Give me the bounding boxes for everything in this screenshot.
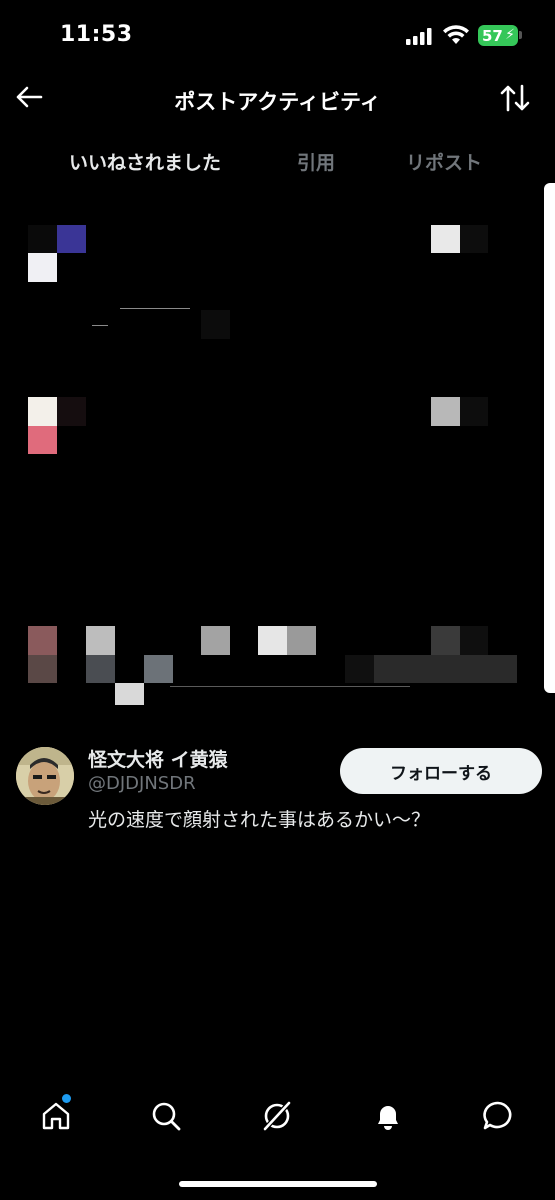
mosaic-block [201,626,230,655]
status-time: 11:53 [60,22,133,47]
mosaic-block [28,253,57,282]
mosaic-block [86,626,115,655]
mosaic-block [144,655,173,683]
mosaic-block [201,310,230,339]
home-indicator[interactable] [179,1181,377,1187]
tab-quotes[interactable]: 引用 [297,148,335,175]
wifi-icon [443,25,469,44]
mosaic-block [431,626,460,655]
avatar-image [16,747,74,805]
mosaic-block [28,225,57,253]
home-badge-dot [62,1094,71,1103]
nav-home[interactable] [38,1098,74,1134]
mosaic-block [28,426,57,454]
bottom-nav [0,1085,555,1147]
sort-arrows-icon [500,84,530,112]
grok-icon [263,1101,291,1131]
mosaic-block [460,626,488,655]
mosaic-block [57,225,86,253]
mosaic-block [345,655,374,683]
nav-messages[interactable] [480,1098,516,1134]
mosaic-block [460,225,488,253]
home-icon [42,1102,70,1130]
mosaic-block [258,626,287,655]
nav-search[interactable] [148,1098,184,1134]
mosaic-block [28,626,57,655]
mosaic-block [460,397,488,426]
charging-bolt-icon: ⚡ [505,27,515,43]
mosaic-block [57,397,86,426]
sort-button[interactable] [498,82,532,114]
user-bio: 光の速度で顔射された事はあるかい〜？ [88,809,431,831]
mosaic-fragment [120,308,190,318]
notifications-icon [378,1106,398,1130]
mosaic-block [28,397,57,426]
user-handle[interactable]: @DJDJNSDR [88,773,196,794]
mosaic-block [431,225,460,253]
nav-notifications[interactable] [370,1098,406,1134]
battery-level: 57 [482,26,503,45]
page-title: ポストアクティビティ [174,90,381,114]
avatar[interactable] [16,747,74,805]
signal-icon [406,28,432,45]
mosaic-fragment [170,686,410,698]
battery-cap [519,31,522,39]
tab-liked[interactable]: いいねされました [69,148,221,175]
battery-icon: 57 ⚡ [478,25,518,46]
header: ポストアクティビティ [0,70,555,126]
user-display-name[interactable]: 怪文大将 イ黄猿 [88,745,228,772]
mosaic-block [115,683,144,705]
nav-grok[interactable] [259,1098,295,1134]
messages-icon [483,1101,512,1130]
mosaic-block [86,655,115,683]
follow-button[interactable]: フォローする [340,748,542,794]
side-sheet-edge [544,183,555,693]
status-bar: 11:53 57 ⚡ [0,0,555,70]
mosaic-block [28,655,57,683]
tab-reposts[interactable]: リポスト [406,148,482,175]
mosaic-fragment [92,318,108,326]
mosaic-block [431,397,460,426]
activity-tabs: いいねされました 引用 リポスト [0,140,555,180]
search-icon [152,1102,181,1131]
mosaic-block [287,626,316,655]
mosaic-block [374,655,517,683]
